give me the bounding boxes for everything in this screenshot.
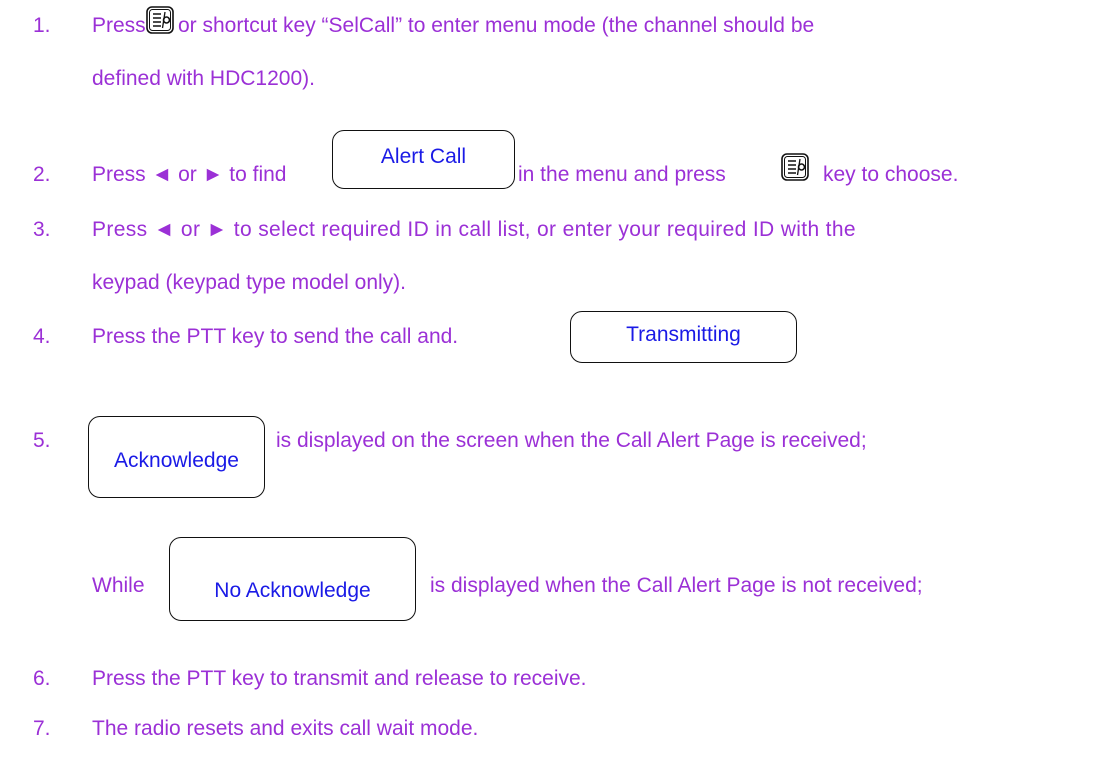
screen-text: Alert Call bbox=[380, 145, 467, 168]
step-text: The radio resets and exits call wait mod… bbox=[92, 717, 479, 740]
step-text: is displayed when the Call Alert Page is… bbox=[430, 574, 923, 597]
step-number: 1. bbox=[33, 14, 51, 37]
step-text: Press the PTT key to transmit and releas… bbox=[92, 667, 587, 690]
step-text: Press ◄ or ► to find bbox=[92, 163, 287, 186]
step-number: 4. bbox=[33, 325, 51, 348]
step-text: defined with HDC1200). bbox=[92, 67, 315, 90]
step-number: 6. bbox=[33, 667, 51, 690]
menu-key-icon bbox=[146, 6, 174, 34]
step-text: or shortcut key “SelCall” to enter menu … bbox=[178, 14, 815, 37]
step-number: 7. bbox=[33, 717, 51, 740]
step-text: key to choose. bbox=[823, 163, 959, 186]
screen-text: Transmitting bbox=[626, 323, 741, 346]
step-text: While bbox=[92, 574, 145, 597]
menu-key-icon bbox=[781, 153, 809, 181]
screen-display-alert-call: Alert Call bbox=[332, 130, 515, 189]
step-text: in the menu and press bbox=[518, 163, 726, 186]
step-text: is displayed on the screen when the Call… bbox=[276, 429, 867, 452]
step-text: keypad (keypad type model only). bbox=[92, 271, 407, 294]
step-text: Press ◄ or ► to select required ID in ca… bbox=[92, 218, 856, 241]
step-number: 2. bbox=[33, 163, 51, 186]
step-text: Press the PTT key to send the call and. bbox=[92, 325, 459, 348]
step-number: 3. bbox=[33, 218, 51, 241]
screen-display-acknowledge: Acknowledge bbox=[88, 416, 265, 498]
screen-text: Acknowledge bbox=[114, 449, 239, 472]
screen-text: No Acknowledge bbox=[214, 579, 371, 602]
step-text: Press bbox=[92, 14, 146, 37]
screen-display-no-acknowledge: No Acknowledge bbox=[169, 537, 416, 621]
step-number: 5. bbox=[33, 429, 51, 452]
screen-display-transmitting: Transmitting bbox=[570, 311, 797, 363]
